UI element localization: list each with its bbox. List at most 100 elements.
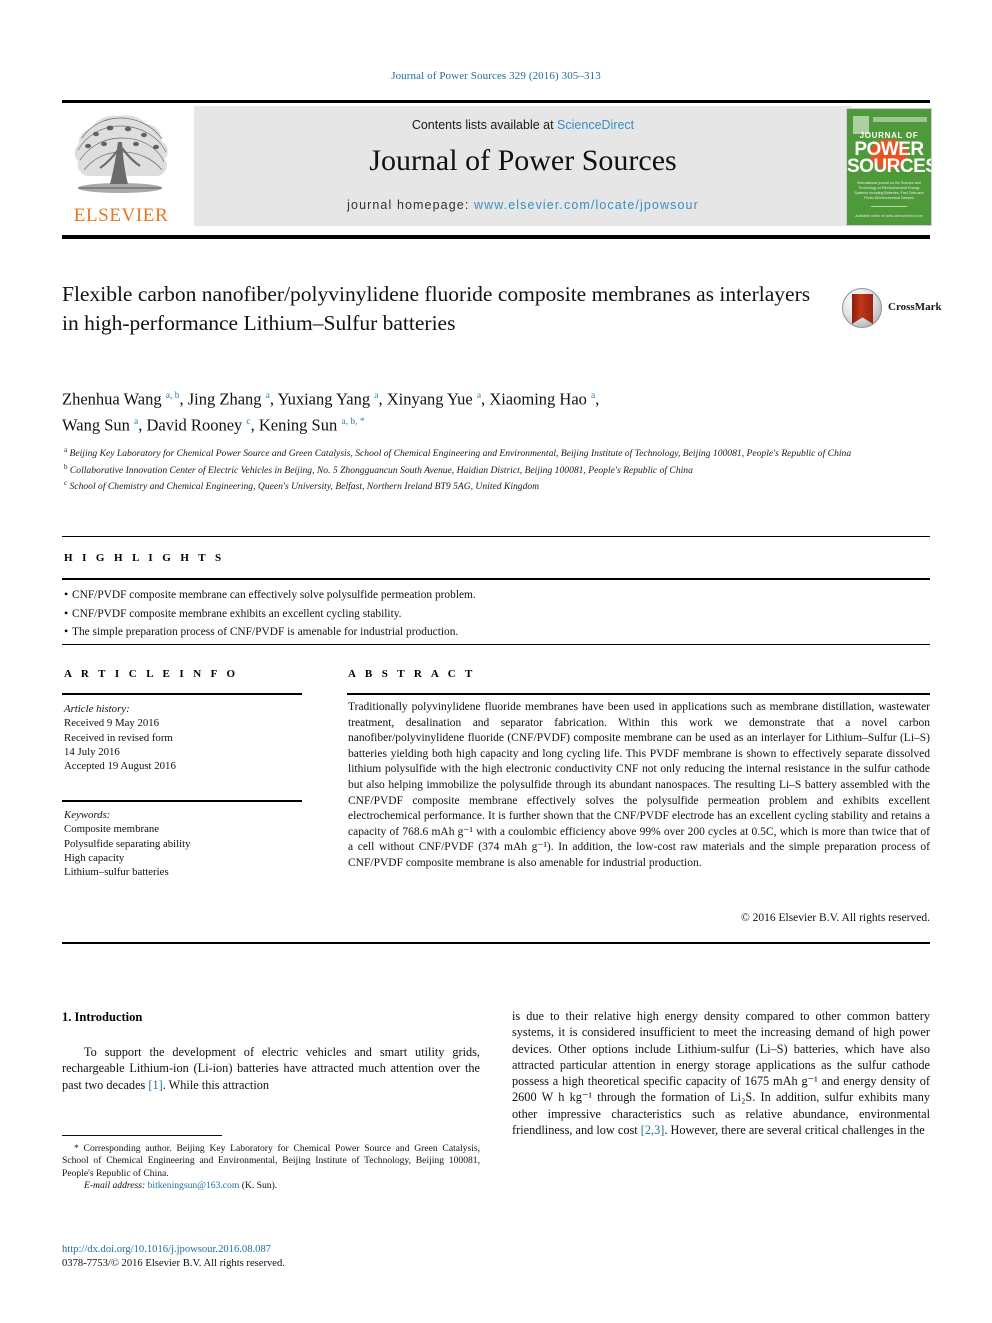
abstract-text: Traditionally polyvinylidene fluoride me…	[348, 701, 930, 869]
affil-marker[interactable]: a	[591, 391, 595, 401]
doi-link[interactable]: http://dx.doi.org/10.1016/j.jpowsour.201…	[62, 1243, 502, 1257]
article-history-line: Received 9 May 2016	[64, 717, 160, 730]
elsevier-wordmark: ELSEVIER	[73, 205, 169, 226]
body-column-right: is due to their relative high energy den…	[512, 1008, 930, 1138]
affil-marker[interactable]: a, b, *	[341, 417, 364, 427]
paragraph: To support the development of electric v…	[62, 1044, 480, 1093]
homepage-prefix: journal homepage:	[347, 198, 474, 212]
keyword-item: Polysulfide separating ability	[64, 837, 191, 850]
affil-marker[interactable]: a	[266, 391, 270, 401]
list-item: • CNF/PVDF composite membrane can effecti…	[64, 586, 924, 605]
paragraph: is due to their relative high energy den…	[512, 1008, 930, 1138]
contents-prefix: Contents lists available at	[411, 118, 558, 132]
paper-page: Journal of Power Sources 329 (2016) 305–…	[0, 0, 992, 1323]
title-block: Flexible carbon nanofiber/polyvinylidene…	[62, 280, 822, 338]
keyword-item: Composite membrane	[64, 823, 160, 836]
journal-cover-thumbnail: JOURNAL OF POWER SOURCES International j…	[846, 108, 932, 226]
citation-link[interactable]: [1]	[148, 1078, 162, 1092]
keyword-item: Lithium–sulfur batteries	[64, 866, 169, 879]
affiliation-b: b Collaborative Innovation Center of Ele…	[64, 462, 693, 476]
article-history-line: Accepted 19 August 2016	[64, 760, 176, 773]
citation-link[interactable]: [2,3]	[641, 1123, 665, 1137]
footnote-rule	[62, 1135, 222, 1136]
affil-marker[interactable]: a	[134, 417, 138, 427]
affiliation-c: c School of Chemistry and Chemical Engin…	[64, 479, 540, 493]
corresponding-author-footnote: * Corresponding author. Beijing Key Labo…	[62, 1143, 480, 1193]
affil-marker[interactable]: a	[374, 391, 378, 401]
affiliation-marker-c: c	[64, 479, 68, 488]
paragraph-text-pre: is due to their relative high energy den…	[512, 1009, 930, 1138]
affiliation-marker-a: a	[64, 446, 68, 454]
abstract-heading: A B S T R A C T	[348, 668, 476, 680]
email-line: E-mail address: bitkeningsun@163.com (K.…	[62, 1180, 480, 1192]
sciencedirect-link[interactable]: ScienceDirect	[557, 118, 634, 132]
list-item: • CNF/PVDF composite membrane exhibits an…	[64, 605, 924, 624]
email-link[interactable]: bitkeningsun@163.com	[148, 1180, 240, 1191]
author-line-2: Wang Sun a, David Rooney c, Kening Sun a…	[62, 415, 365, 434]
highlights-mid-rule	[62, 578, 930, 580]
crossmark-label: CrossMark	[888, 301, 942, 313]
affiliation-a: a Beijing Key Laboratory for Chemical Po…	[64, 446, 852, 460]
footnote-paragraph: * Corresponding author. Beijing Key Labo…	[62, 1143, 480, 1180]
abstract-rule	[347, 693, 930, 695]
author-list: Zhenhua Wang a, b, Jing Zhang a, Yuxiang…	[62, 385, 882, 436]
crossmark-circle-icon	[842, 288, 882, 328]
journal-masthead: ELSEVIER Contents lists available at Sci…	[62, 100, 932, 239]
affil-marker[interactable]: c	[246, 417, 250, 427]
footnote-text: Corresponding author. Beijing Key Labora…	[62, 1143, 480, 1179]
abstract-bottom-rule	[62, 942, 930, 944]
keyword-item: High capacity	[64, 851, 125, 864]
keywords-rule	[62, 800, 302, 802]
bullet-icon: •	[64, 605, 69, 620]
elsevier-logo: ELSEVIER	[62, 106, 180, 228]
body-column-left: To support the development of electric v…	[62, 1044, 480, 1093]
highlight-text: The simple preparation process of CNF/PV…	[72, 626, 459, 638]
article-info-rule	[62, 693, 302, 695]
article-history-label: Article history:	[64, 703, 130, 715]
highlights-top-rule	[62, 536, 930, 537]
author-line-1: Zhenhua Wang a, b, Jing Zhang a, Yuxiang…	[62, 389, 600, 409]
keywords-label: Keywords:	[64, 809, 111, 821]
page-title: Flexible carbon nanofiber/polyvinylidene…	[62, 282, 811, 335]
email-label: E-mail address:	[84, 1180, 146, 1192]
affil-marker[interactable]: a	[477, 391, 481, 401]
paragraph-text-post: . While this attraction	[162, 1077, 270, 1092]
affiliations: a Beijing Key Laboratory for Chemical Po…	[64, 444, 914, 494]
highlight-text: CNF/PVDF composite membrane can effectiv…	[72, 589, 476, 601]
article-history: Article history: Received 9 May 2016 Rec…	[64, 702, 304, 773]
email-owner: (K. Sun).	[241, 1180, 278, 1192]
masthead-bottom-rule	[62, 235, 930, 239]
masthead-top-rule	[62, 100, 930, 103]
journal-reference-line: Journal of Power Sources 329 (2016) 305–…	[391, 70, 601, 82]
abstract-copyright: © 2016 Elsevier B.V. All rights reserved…	[741, 912, 930, 924]
bullet-icon: •	[64, 587, 69, 601]
section-heading-introduction: 1. Introduction	[62, 1010, 143, 1024]
homepage-url-link[interactable]: www.elsevier.com/locate/jpowsour	[474, 198, 699, 212]
affil-marker[interactable]: a, b	[166, 391, 180, 401]
paragraph-text-pre: To support the development of electric v…	[62, 1045, 480, 1092]
cover-top-bar	[873, 117, 927, 122]
doi-block: http://dx.doi.org/10.1016/j.jpowsour.201…	[62, 1243, 502, 1271]
affiliation-marker-b: b	[64, 462, 68, 471]
crossmark-badge[interactable]: CrossMark	[842, 288, 942, 330]
highlights-bottom-rule	[62, 644, 930, 645]
crossmark-bookmark-icon	[852, 294, 873, 324]
contents-available-line: Contents lists available at ScienceDirec…	[194, 118, 852, 132]
article-history-line: 14 July 2016	[64, 745, 120, 758]
masthead-banner: Contents lists available at ScienceDirec…	[194, 106, 852, 226]
highlight-text: CNF/PVDF composite membrane exhibits an …	[72, 607, 402, 620]
article-history-line: Received in revised form	[64, 731, 173, 744]
elsevier-tree-icon	[74, 115, 168, 193]
journal-homepage-line: journal homepage: www.elsevier.com/locat…	[194, 198, 852, 212]
keywords-block: Keywords: Composite membrane Polysulfide…	[64, 808, 304, 879]
highlights-heading: H I G H L I G H T S	[64, 552, 225, 564]
cover-sources-text: SOURCES	[847, 156, 932, 177]
list-item: • The simple preparation process of CNF/P…	[64, 623, 924, 642]
cover-footer-text: Available online at www.sciencedirect.co…	[855, 214, 923, 218]
highlights-list: • CNF/PVDF composite membrane can effecti…	[64, 586, 924, 642]
cover-subtitle-text: International journal on the Science and…	[854, 181, 924, 200]
article-info-heading: A R T I C L E I N F O	[64, 668, 239, 680]
cover-footer-rule	[871, 206, 907, 207]
bullet-icon: •	[64, 624, 69, 638]
issn-copyright: 0378-7753/© 2016 Elsevier B.V. All right…	[62, 1258, 285, 1269]
